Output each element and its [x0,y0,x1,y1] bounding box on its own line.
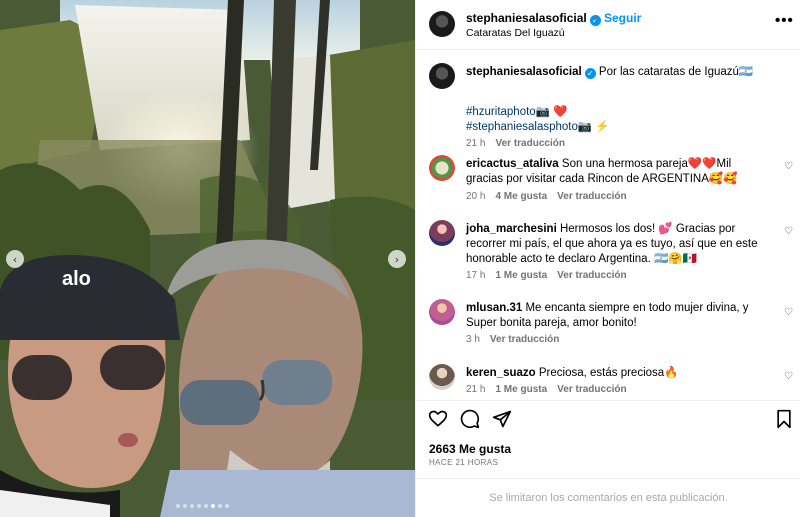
comment-body: joha_marchesini Hermosos los dos! 💕 Grac… [466,222,764,267]
comment-translate[interactable]: Ver traducción [490,334,559,345]
post-photo: alo ‹ › [0,0,415,517]
heart-icon[interactable]: ♡ [784,161,793,172]
author-username-row: stephaniesalasoficial ✓ [466,11,601,26]
comment-translate[interactable]: Ver traducción [557,191,626,202]
carousel-dot [190,504,194,508]
comment-likes[interactable]: 1 Me gusta [495,270,547,281]
cap-logo-text: alo [62,268,91,290]
comments-list[interactable]: stephaniesalasoficial ✓ Por las cataratas… [416,51,800,400]
comment-avatar[interactable] [429,220,455,246]
comments-limited-notice: Se limitaron los comentarios en esta pub… [416,478,800,517]
comment-meta: 17 h 1 Me gusta Ver traducción [466,270,627,281]
carousel-dot [218,504,222,508]
carousel-dot [197,504,201,508]
comment-translate[interactable]: Ver traducción [557,384,626,395]
comment-meta: 21 h 1 Me gusta Ver traducción [466,384,627,395]
heart-icon[interactable]: ♡ [784,307,793,318]
verified-badge-icon: ✓ [584,68,596,79]
author-username[interactable]: stephaniesalasoficial [466,11,587,25]
comment-icon[interactable] [460,409,480,429]
comment-avatar[interactable] [429,155,455,181]
comment-meta: 3 h Ver traducción [466,334,559,345]
caption-username[interactable]: stephaniesalasoficial [466,66,582,78]
comment-username[interactable]: joha_marchesini [466,223,557,235]
comment-username[interactable]: keren_suazo [466,367,536,379]
comment-time: 20 h [466,191,486,202]
comment-likes[interactable]: 4 Me gusta [495,191,547,202]
comment-body: mlusan.31 Me encanta siempre en todo muj… [466,301,764,331]
carousel-dot-active [211,504,215,508]
share-icon[interactable] [492,409,512,429]
comment-username[interactable]: ericactus_ataliva [466,158,559,170]
follow-button[interactable]: Seguir [604,11,641,25]
caption-avatar[interactable] [429,63,455,89]
comment-meta: 20 h 4 Me gusta Ver traducción [466,191,627,202]
carousel-dot [225,504,229,508]
caption-hashtag-1[interactable]: #hzuritaphoto📷 ❤️ [466,105,764,120]
comment-text: Preciosa, estás preciosa🔥 [538,367,679,379]
comment-avatar[interactable] [429,364,455,390]
caption-text: Por las cataratas de Iguazú🇦🇷 [598,66,754,78]
post-panel: stephaniesalasoficial ✓ • Seguir Catarata… [415,0,800,517]
chevron-right-icon[interactable]: › [388,250,406,268]
heart-icon[interactable] [428,409,448,429]
comment-time: 17 h [466,270,486,281]
carousel-dot [204,504,208,508]
comment-translate[interactable]: Ver traducción [557,270,626,281]
author-avatar[interactable] [429,11,455,37]
comment-body: ericactus_ataliva Son una hermosa pareja… [466,157,764,187]
separator-dot: • [594,11,599,25]
post-time: HACE 21 HORAS [429,458,499,467]
chevron-left-icon[interactable]: ‹ [6,250,24,268]
comment-likes[interactable]: 1 Me gusta [495,384,547,395]
comment-body: keren_suazo Preciosa, estás preciosa🔥 [466,366,764,381]
comment-username[interactable]: mlusan.31 [466,302,522,314]
carousel-dot [183,504,187,508]
carousel-dots [176,504,229,508]
heart-icon[interactable]: ♡ [784,226,793,237]
likes-count[interactable]: 2663 Me gusta [429,442,511,456]
heart-icon[interactable]: ♡ [784,371,793,382]
caption-body: stephaniesalasoficial ✓ Por las cataratas… [466,65,764,80]
post-header: stephaniesalasoficial ✓ • Seguir Catarata… [416,0,800,50]
caption-meta: 21 h Ver traducción [466,138,565,149]
post-actions: 2663 Me gusta HACE 21 HORAS [416,400,800,477]
carousel-dot [176,504,180,508]
comment-avatar[interactable] [429,299,455,325]
comment-time: 21 h [466,384,486,395]
more-options-icon[interactable]: ••• [775,12,794,29]
caption-hashtag-2[interactable]: #stephaniesalasphoto📷 ⚡ [466,120,764,135]
comment-time: 3 h [466,334,480,345]
location-link[interactable]: Cataratas Del Iguazú [466,27,565,39]
photo-illustration: alo [0,0,415,517]
caption-time: 21 h [466,138,486,149]
bookmark-icon[interactable] [774,409,794,429]
caption-translate[interactable]: Ver traducción [495,138,564,149]
